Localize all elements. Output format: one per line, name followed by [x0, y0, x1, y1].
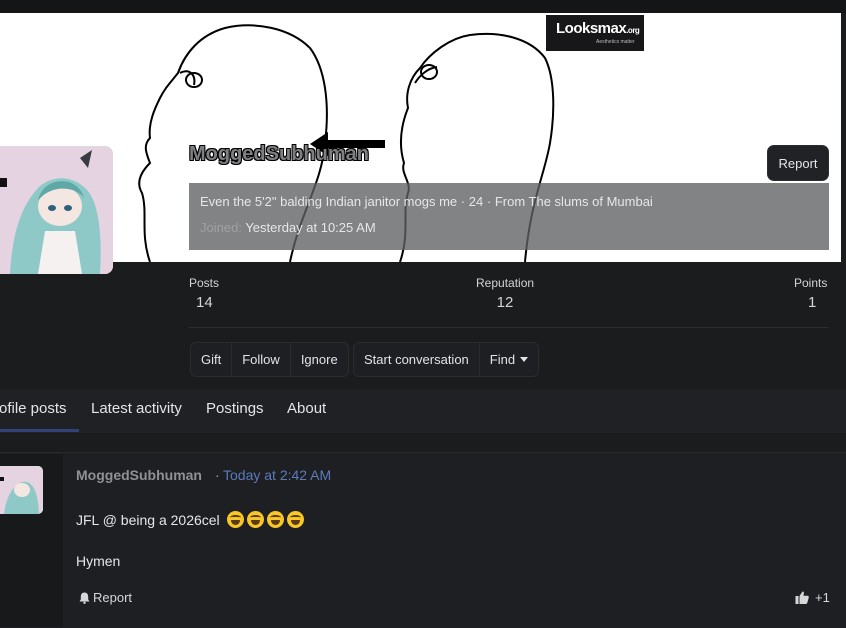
- stat-label: Posts: [189, 276, 220, 290]
- stat-label: Reputation: [476, 276, 535, 290]
- separator: ·: [460, 194, 466, 209]
- profile-blurb: Even the 5'2" balding Indian janitor mog…: [200, 194, 653, 209]
- logo-tagline: Aesthetics matter: [596, 39, 635, 45]
- stat-points: Points 1: [794, 276, 827, 311]
- stat-value[interactable]: 1: [794, 294, 827, 311]
- find-menu-button[interactable]: Find: [480, 343, 538, 376]
- stat-value: 12: [496, 294, 514, 311]
- tab-postings[interactable]: Postings: [206, 400, 264, 417]
- member-actions-group: Gift Follow Ignore: [190, 342, 349, 377]
- post-text: JFL @ being a 2026cel: [76, 512, 220, 528]
- member-actions-group-2: Start conversation Find: [353, 342, 540, 377]
- joy-emoji-icon: [246, 511, 264, 528]
- post-timestamp[interactable]: Today at 2:42 AM: [223, 467, 331, 483]
- separator: ·: [215, 467, 220, 483]
- tab-about[interactable]: About: [287, 400, 326, 417]
- find-label: Find: [489, 352, 516, 367]
- joy-emoji-icon: [266, 511, 284, 528]
- custom-title: Even the 5'2" balding Indian janitor mog…: [200, 194, 458, 209]
- post-avatar-image: [0, 466, 43, 514]
- post-body: JFL @ being a 2026cel: [76, 511, 304, 528]
- tab-profile-posts[interactable]: Profile posts: [0, 400, 67, 417]
- joined-value: Yesterday at 10:25 AM: [245, 220, 376, 235]
- age: 24: [468, 194, 484, 209]
- joy-emoji-icon: [286, 511, 304, 528]
- ignore-button[interactable]: Ignore: [291, 343, 348, 376]
- post-report-link[interactable]: Report: [79, 590, 132, 605]
- location-prefix: From: [494, 194, 526, 209]
- separator: ·: [486, 194, 492, 209]
- start-conversation-button[interactable]: Start conversation: [354, 343, 480, 376]
- divider: [189, 327, 829, 328]
- report-button[interactable]: Report: [767, 145, 829, 181]
- stat-posts: Posts 14: [189, 276, 219, 311]
- avatar[interactable]: [0, 146, 113, 274]
- active-tab-indicator: [0, 429, 79, 432]
- joy-emoji-icon: [226, 511, 244, 528]
- chevron-down-icon: [520, 357, 529, 362]
- location-link[interactable]: The slums of Mumbai: [529, 194, 653, 209]
- post-signature: Hymen: [76, 553, 121, 569]
- looksmax-logo: Looksmax.org Aesthetics matter: [546, 15, 644, 51]
- gift-button[interactable]: Gift: [191, 343, 233, 376]
- profile-username: MoggedSubhuman: [189, 143, 369, 165]
- tab-latest-activity[interactable]: Latest activity: [91, 400, 182, 417]
- profile-info-box: Even the 5'2" balding Indian janitor mog…: [189, 183, 829, 250]
- joined-label: Joined:: [200, 220, 242, 235]
- bell-icon: [79, 592, 90, 604]
- stat-value[interactable]: 14: [189, 294, 219, 311]
- profile-tabs: Profile posts Latest activity Postings A…: [0, 389, 846, 433]
- stat-label: Points: [794, 276, 828, 290]
- top-bar: [0, 0, 846, 13]
- post-author[interactable]: MoggedSubhuman: [76, 467, 202, 483]
- stat-reputation: Reputation 12: [476, 276, 534, 311]
- thumbs-up-icon: [795, 591, 809, 604]
- avatar-image: [0, 146, 113, 274]
- like-button[interactable]: +1: [795, 590, 830, 605]
- follow-button[interactable]: Follow: [232, 343, 291, 376]
- reaction-score: +1: [815, 590, 830, 605]
- joined-row: Joined: Yesterday at 10:25 AM: [200, 220, 376, 235]
- post-report-label: Report: [93, 590, 133, 605]
- post-avatar[interactable]: [0, 466, 43, 514]
- logo-text: Looksmax.org: [556, 20, 640, 37]
